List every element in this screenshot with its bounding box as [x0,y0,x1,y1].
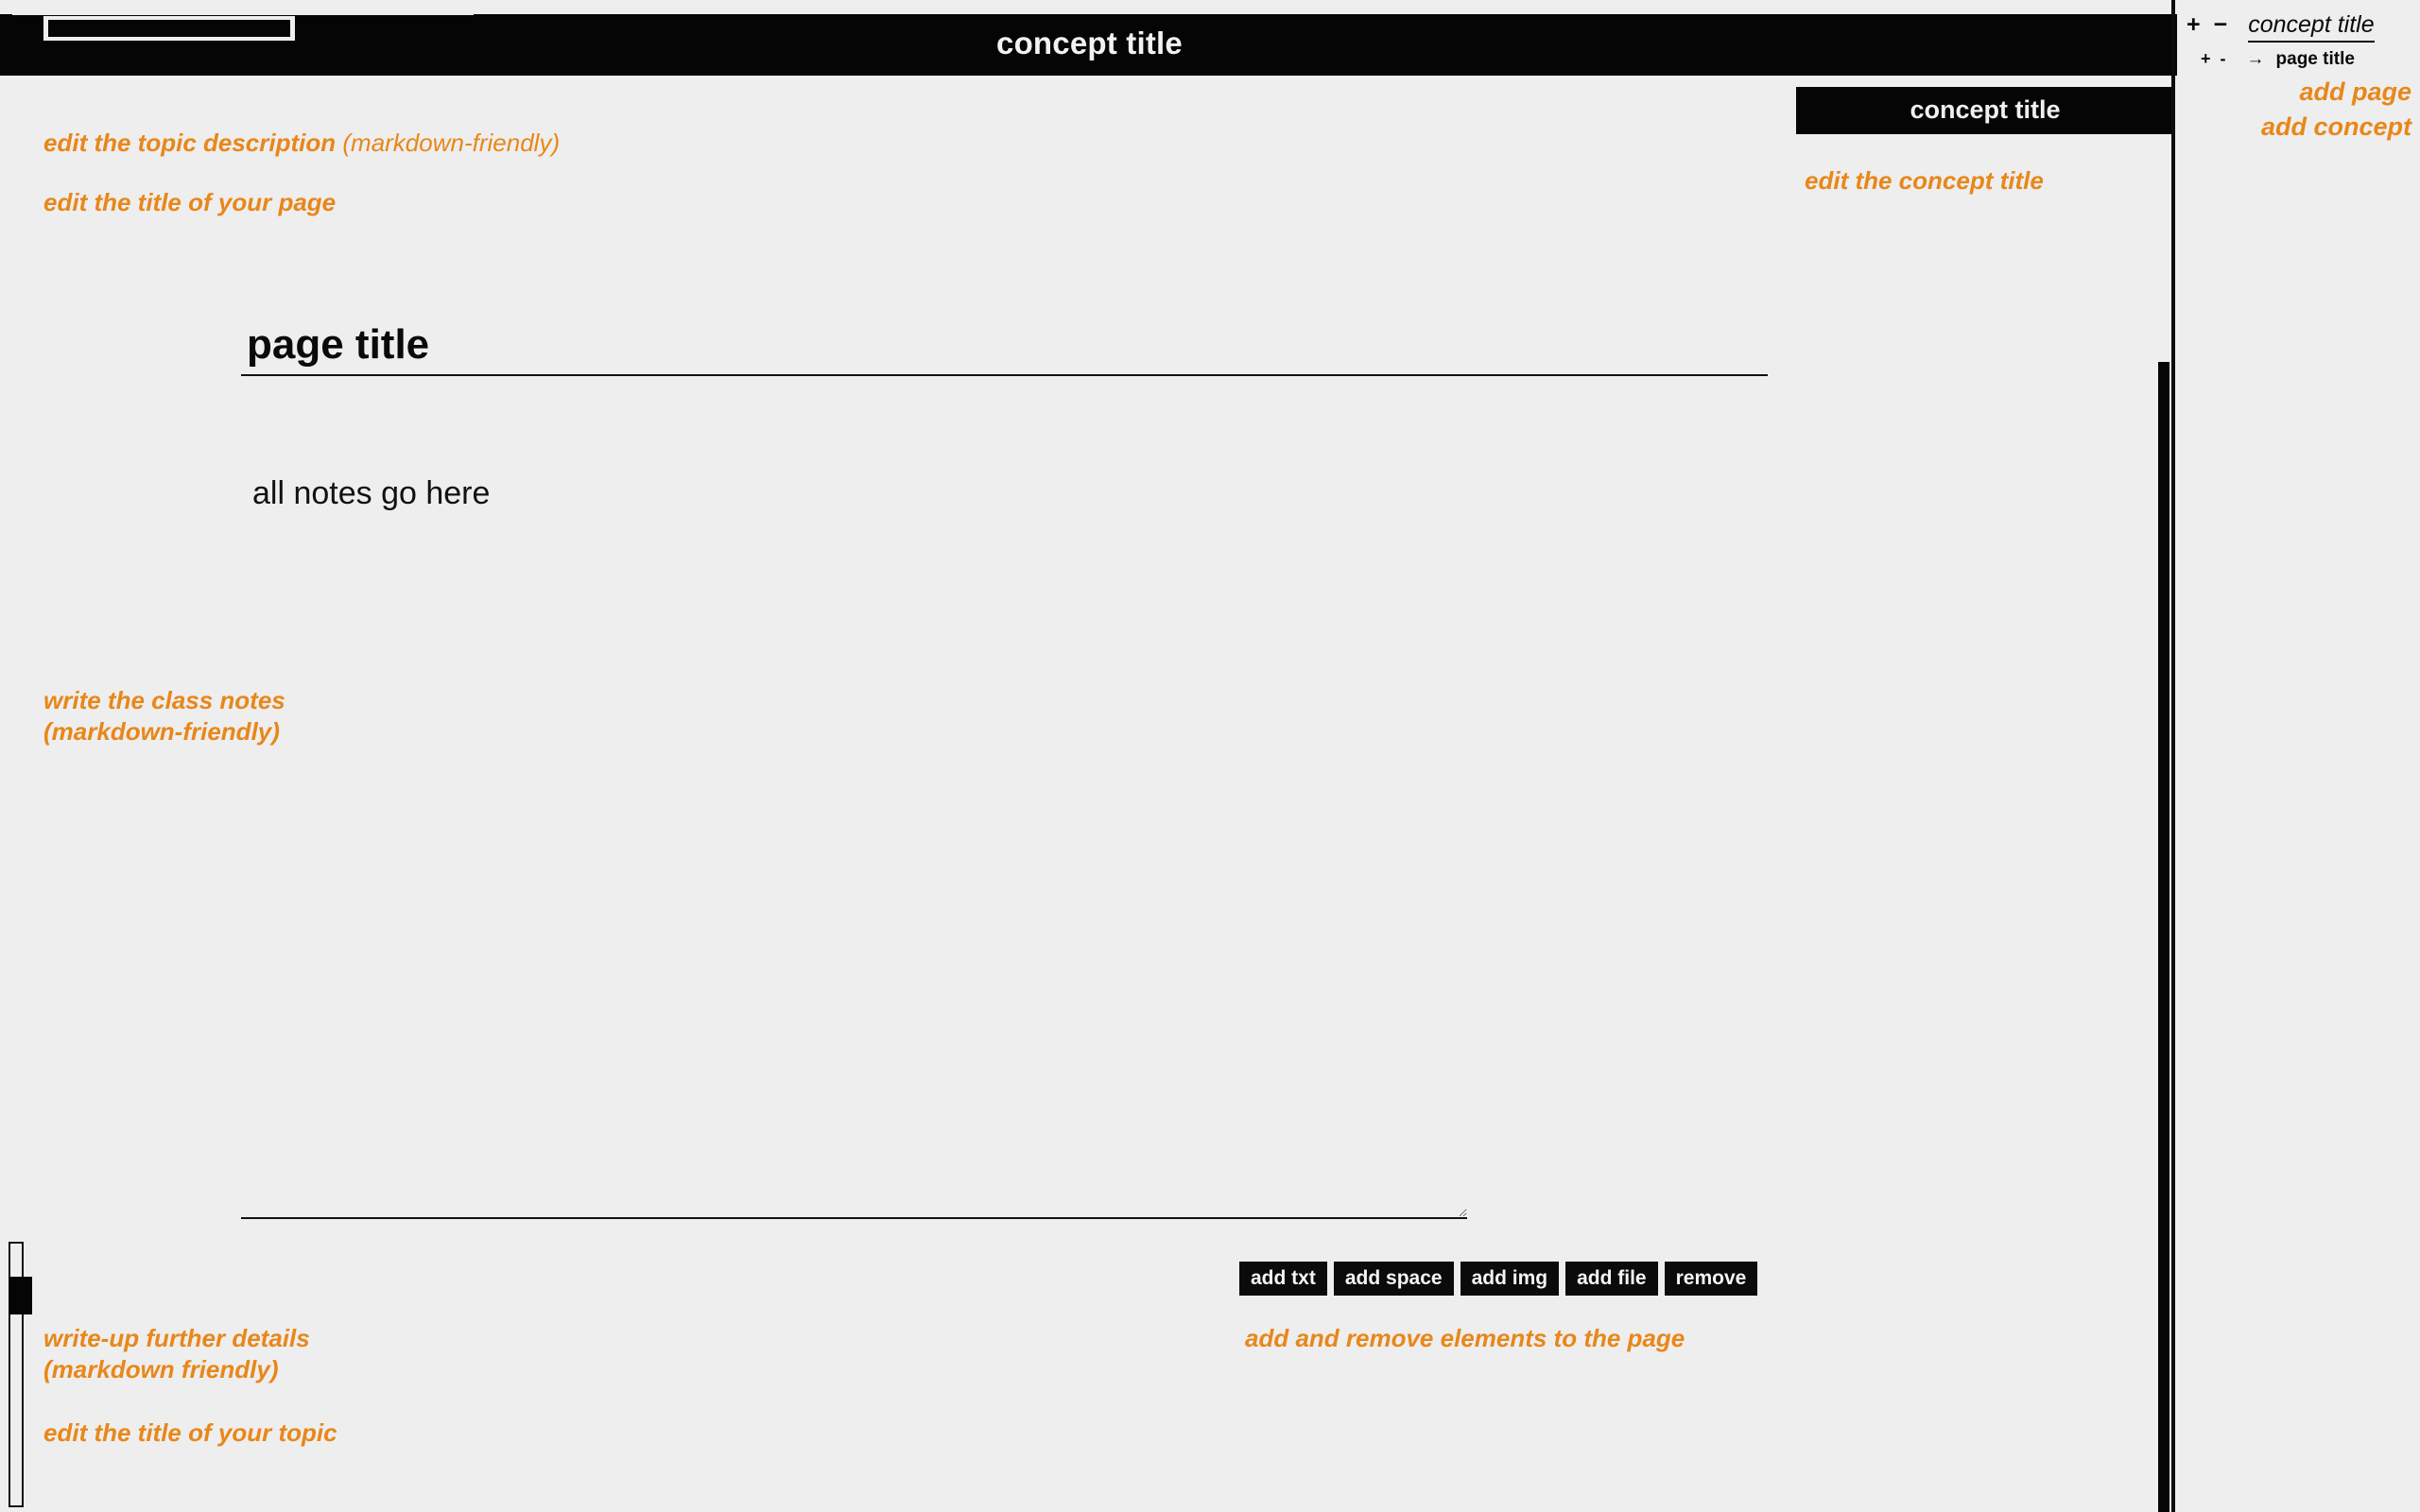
element-buttons-row: add txt add space add img add file remov… [1239,1262,1758,1296]
header-notch [12,0,474,15]
annotation-writeup: write-up further details (markdown frien… [43,1324,310,1384]
annotation-page-title: edit the title of your page [43,188,337,216]
annotation-topic-description: edit the topic description (markdown-fri… [43,128,560,159]
app-root: concept title edit the topic description… [0,0,2420,1512]
notes-field: all notes go here [241,449,1467,1219]
concept-scrollbar-thumb[interactable] [2158,362,2169,1512]
header-mini-input-box[interactable] [43,16,295,41]
tree-sidebar: + − concept title + - → page title add p… [2177,0,2420,1512]
tree-page-add-button[interactable]: + [2201,49,2211,69]
concept-panel: concept title edit the concept title [1796,87,2174,197]
notes-textarea[interactable]: all notes go here [241,449,1467,1219]
add-img-button[interactable]: add img [1460,1262,1560,1296]
tree-page-remove-button[interactable]: - [2221,49,2226,69]
add-txt-button[interactable]: add txt [1239,1262,1327,1296]
add-file-button[interactable]: add file [1565,1262,1658,1296]
concept-title-text: concept title [1910,95,2061,124]
remove-button[interactable]: remove [1664,1262,1758,1296]
add-space-button[interactable]: add space [1333,1262,1454,1296]
tree-row-page: + - → page title [2201,49,2355,70]
annotation-concept-title: edit the concept title [1805,166,2044,195]
tree-item-concept-title[interactable]: concept title [2248,11,2375,43]
page-title-field [241,319,1768,376]
side-actions: add page add concept [2177,77,2411,147]
annotation-add-remove: add and remove elements to the page [1245,1324,1685,1352]
tree-row-concept: + − concept title [2187,11,2375,43]
tree-concept-remove-button[interactable]: − [2214,11,2228,39]
topic-scrollbar-thumb[interactable] [9,1277,32,1314]
tree-item-page-title[interactable]: page title [2276,49,2355,70]
annotation-topic-title: edit the title of your topic [43,1418,337,1447]
annotation-topic-description-note: (markdown-friendly) [342,129,561,157]
arrow-right-icon: → [2246,49,2265,69]
concept-header-bar: concept title [0,14,2179,76]
page-title-input[interactable] [241,319,1768,376]
annotation-topic-description-bold: edit the topic description [43,129,337,157]
header-mini-input-fill [48,20,290,37]
tree-concept-add-button[interactable]: + [2187,11,2201,39]
add-page-link[interactable]: add page [2177,77,2411,107]
concept-column-divider [2171,0,2175,1512]
main-column: edit the topic description (markdown-fri… [0,76,2165,1512]
annotation-class-notes: write the class notes (markdown-friendly… [43,686,285,747]
add-concept-link[interactable]: add concept [2177,112,2411,142]
concept-header-title: concept title [996,26,1183,60]
concept-title-bar[interactable]: concept title [1796,87,2174,134]
